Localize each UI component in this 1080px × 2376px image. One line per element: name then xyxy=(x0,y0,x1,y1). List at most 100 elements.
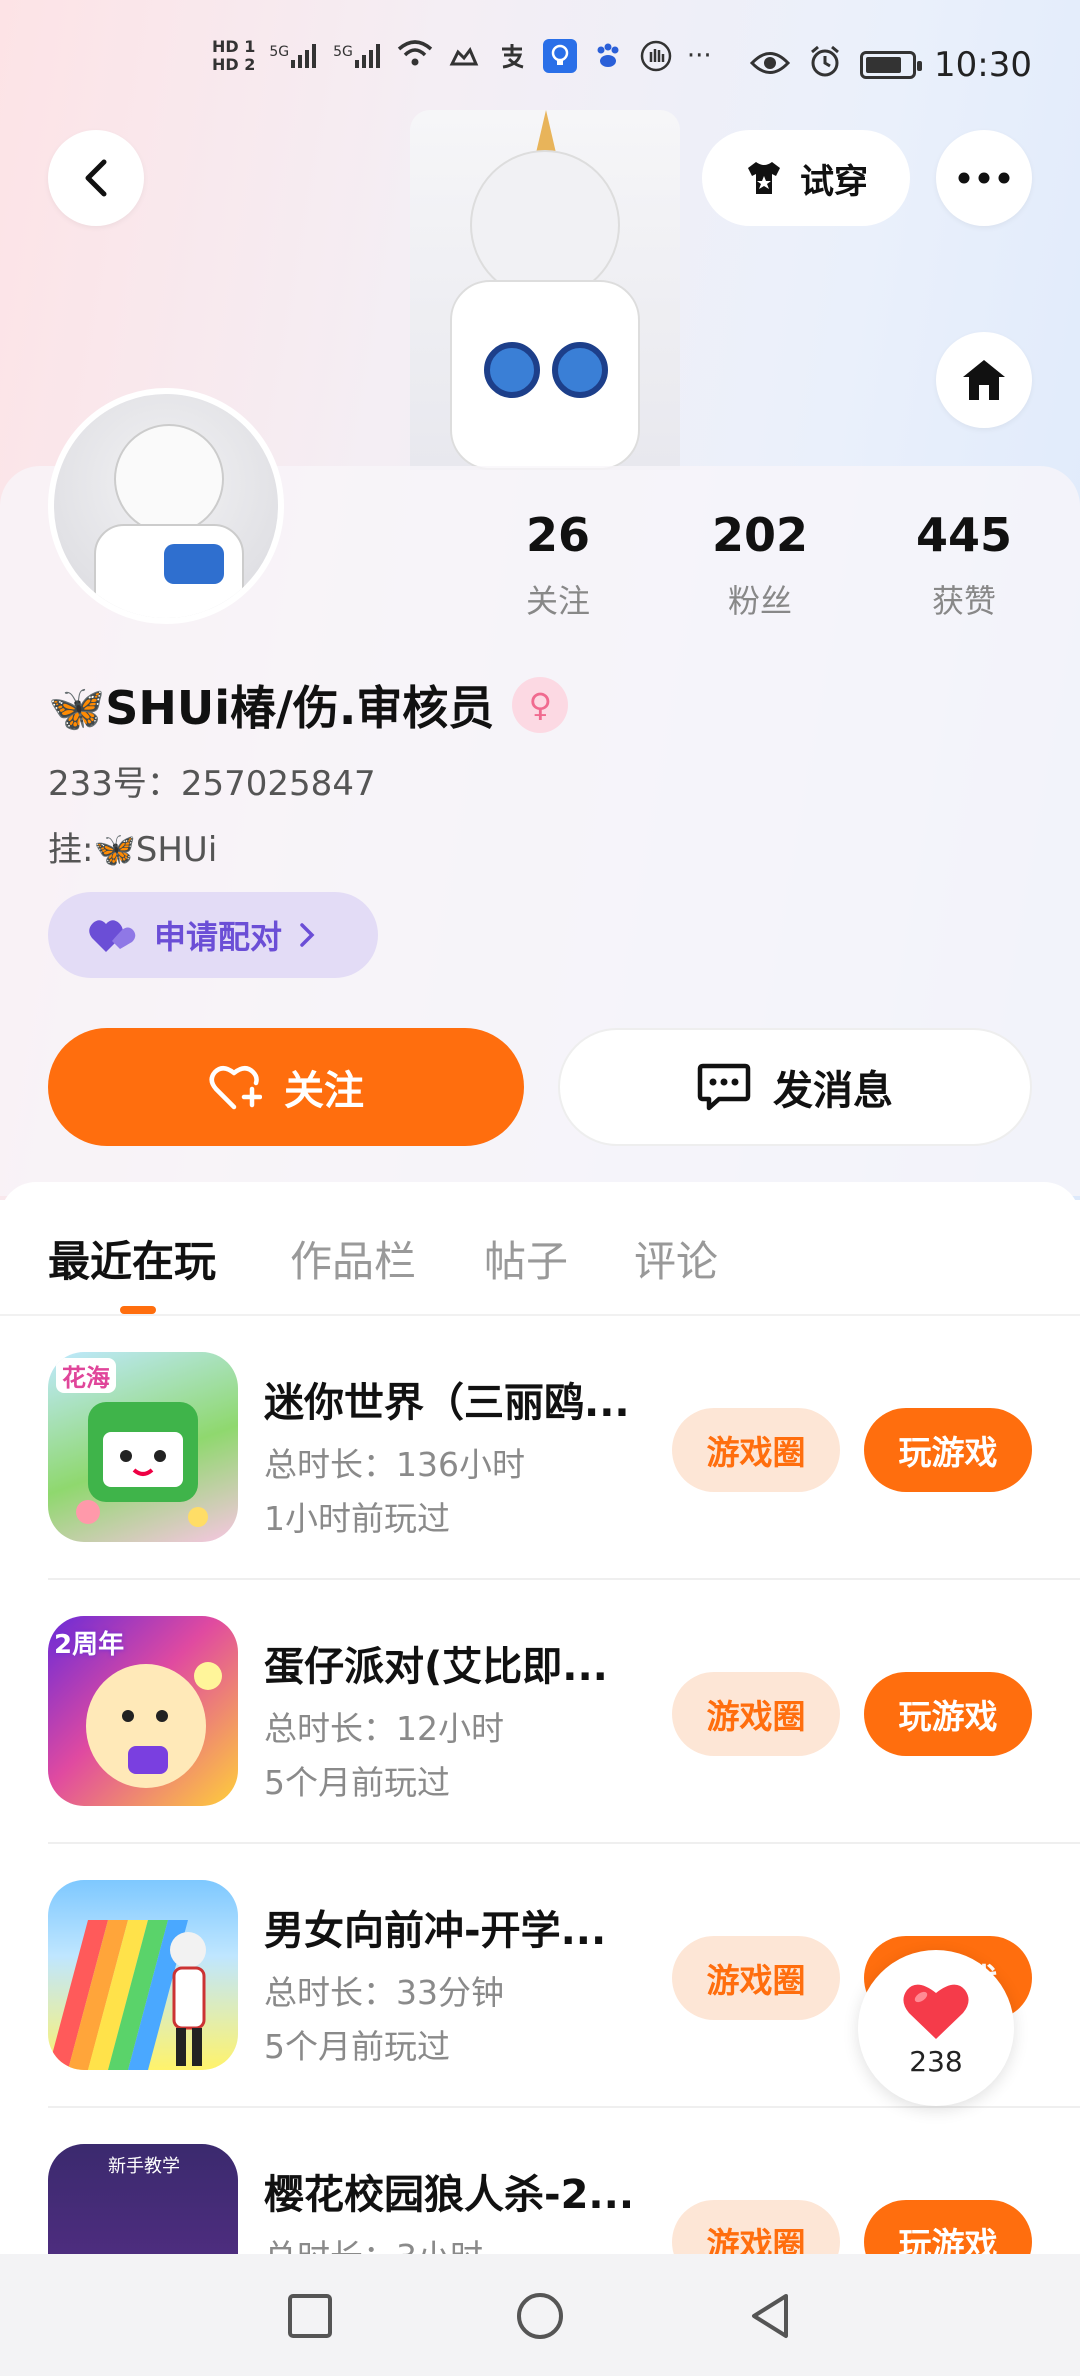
hd-indicator: HD 1 HD 2 xyxy=(212,38,255,74)
game-circle-button[interactable]: 游戏圈 xyxy=(672,1408,840,1492)
stat-label: 获赞 xyxy=(931,582,996,620)
tab-indicator xyxy=(120,1306,156,1314)
home-icon xyxy=(963,360,1005,400)
game-icon-run-forward xyxy=(48,1880,238,2070)
square-icon xyxy=(288,2294,332,2338)
game-title: 迷你世界（三丽鸥... xyxy=(264,1380,630,1426)
hand-icon xyxy=(639,39,673,73)
app-notification-icon xyxy=(542,39,577,73)
triangle-back-icon xyxy=(752,2294,788,2338)
tab-comments[interactable]: 评论 xyxy=(634,1228,718,1289)
avatar-head xyxy=(114,424,224,534)
character-plush xyxy=(450,280,640,470)
banner-avatar-art xyxy=(410,110,680,470)
stat-followers[interactable]: 202 粉丝 xyxy=(660,508,860,622)
chevron-right-icon xyxy=(300,923,315,947)
game-icon-badge: 花海 xyxy=(56,1358,116,1393)
game-duration: 总时长：12小时 xyxy=(264,1709,504,1748)
circle-icon xyxy=(517,2293,563,2339)
hd1-label: HD 1 xyxy=(212,37,256,56)
stat-value: 445 xyxy=(915,508,1013,562)
like-count: 238 xyxy=(909,2044,963,2078)
wifi-icon xyxy=(397,39,433,73)
list-item[interactable]: 花海 迷你世界（三丽鸥... 总时长：136小时 1小时前玩过 游戏圈 玩游戏 xyxy=(48,1316,1080,1580)
list-item[interactable]: 2周年 蛋仔派对(艾比即... 总时长：12小时 5个月前玩过 游戏圈 玩游戏 xyxy=(48,1580,1080,1844)
request-pair-button[interactable]: 申请配对 xyxy=(48,892,378,978)
heart-plus-icon xyxy=(209,1066,262,1110)
user-id[interactable]: 233号：257025847 xyxy=(48,756,376,805)
game-circle-button[interactable]: 游戏圈 xyxy=(672,1936,840,2020)
baidu-icon xyxy=(591,39,625,73)
game-last-played: 5个月前玩过 xyxy=(264,1763,450,1802)
name-row: 🦋SHUi椿/伤.审核员 ♀ xyxy=(48,672,569,738)
alipay-icon xyxy=(495,39,529,73)
game-icon-badge: 新手教学 xyxy=(108,2156,180,2177)
message-button[interactable]: 发消息 xyxy=(558,1028,1032,1146)
game-title: 樱花校园狼人杀-2... xyxy=(264,2172,635,2218)
plush-eye-left xyxy=(484,342,540,398)
game-icon-badge: 2周年 xyxy=(54,1630,125,1660)
signature: 挂:🦋SHUi xyxy=(48,830,218,870)
game-icon-mini-world: 花海 xyxy=(48,1352,238,1542)
eye-icon xyxy=(749,46,791,84)
recents-button[interactable] xyxy=(284,2290,336,2342)
home-button[interactable] xyxy=(936,332,1032,428)
character-head xyxy=(470,150,620,300)
game-title: 蛋仔派对(艾比即... xyxy=(264,1644,608,1690)
tab-works[interactable]: 作品栏 xyxy=(290,1228,416,1289)
home-nav-button[interactable] xyxy=(514,2290,566,2342)
game-duration: 总时长：136小时 xyxy=(264,1445,525,1484)
game-title: 男女向前冲-开学... xyxy=(264,1908,607,1954)
rest-icon xyxy=(447,39,481,73)
network-label: 5G xyxy=(269,44,290,60)
tab-recently-played[interactable]: 最近在玩 xyxy=(48,1228,216,1289)
game-last-played: 1小时前玩过 xyxy=(264,1499,450,1538)
hd2-label: HD 2 xyxy=(212,55,256,74)
heart-pair-icon xyxy=(89,920,136,952)
game-icon-eggy-party: 2周年 xyxy=(48,1616,238,1806)
follow-button[interactable]: 关注 xyxy=(48,1028,524,1146)
game-circle-button[interactable]: 游戏圈 xyxy=(672,1672,840,1756)
alarm-icon xyxy=(808,44,842,86)
tab-posts[interactable]: 帖子 xyxy=(484,1228,568,1289)
message-label: 发消息 xyxy=(773,1068,893,1114)
back-nav-button[interactable] xyxy=(744,2290,796,2342)
battery-icon xyxy=(860,51,923,79)
like-button[interactable]: 238 xyxy=(858,1950,1014,2106)
follow-label: 关注 xyxy=(284,1068,364,1114)
stat-value: 202 xyxy=(711,508,809,562)
signal-icon: 5G xyxy=(269,44,319,68)
more-button[interactable] xyxy=(936,130,1032,226)
female-icon: ♀ xyxy=(512,677,569,733)
plush-eye-right xyxy=(552,342,608,398)
avatar[interactable] xyxy=(48,388,284,624)
play-game-button[interactable]: 玩游戏 xyxy=(864,1408,1032,1492)
game-duration: 总时长：33分钟 xyxy=(264,1973,504,2012)
game-last-played: 5个月前玩过 xyxy=(264,2027,450,2066)
stat-following[interactable]: 26 关注 xyxy=(458,508,658,622)
network-label-2: 5G xyxy=(333,44,353,60)
avatar-plush xyxy=(164,544,224,584)
clock: 10:30 xyxy=(934,45,1032,85)
stat-value: 26 xyxy=(525,508,590,562)
stat-label: 粉丝 xyxy=(727,582,792,620)
shirt-icon xyxy=(748,162,780,194)
back-button[interactable] xyxy=(48,130,144,226)
heart-icon xyxy=(903,1984,969,2039)
status-right: 10:30 xyxy=(749,44,1032,86)
stat-label: 关注 xyxy=(525,582,590,620)
chevron-left-icon xyxy=(85,159,107,197)
stat-likes[interactable]: 445 获赞 xyxy=(864,508,1064,622)
tab-bar: 最近在玩 作品栏 帖子 评论 xyxy=(0,1182,1080,1316)
try-on-label: 试穿 xyxy=(800,161,868,202)
request-pair-label: 申请配对 xyxy=(154,918,283,956)
username: 🦋SHUi椿/伤.审核员 xyxy=(48,681,495,735)
chat-bubble-icon xyxy=(697,1063,751,1111)
more-notifications: ··· xyxy=(686,41,712,71)
more-icon xyxy=(958,172,1010,184)
play-game-button[interactable]: 玩游戏 xyxy=(864,1672,1032,1756)
try-on-button[interactable]: 试穿 xyxy=(702,130,910,226)
system-nav-bar xyxy=(0,2254,1080,2376)
signal-icon-2: 5G xyxy=(333,44,383,68)
status-left: HD 1 HD 2 5G 5G ··· xyxy=(212,38,712,74)
